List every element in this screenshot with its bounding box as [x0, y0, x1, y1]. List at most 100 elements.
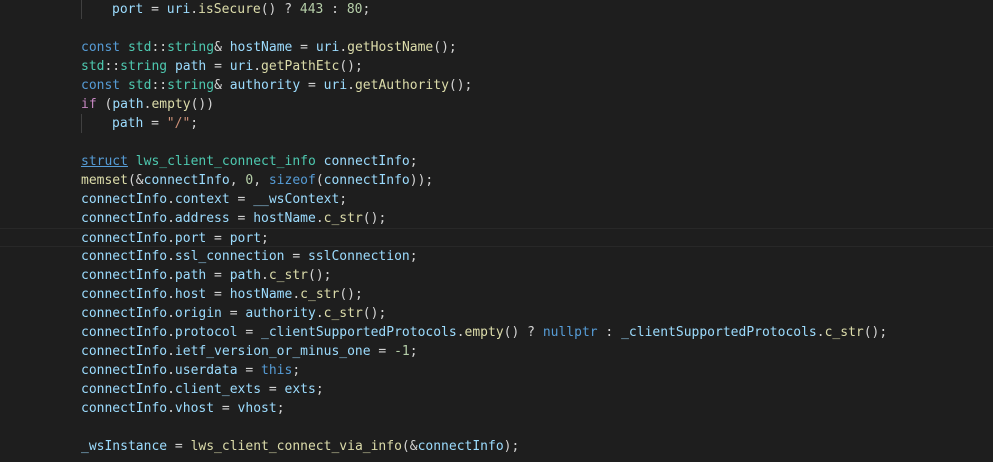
code-line[interactable]: const std::string& hostName = uri.getHos…: [0, 38, 993, 57]
code-line[interactable]: connectInfo.address = hostName.c_str();: [0, 209, 993, 228]
code-token: ::: [151, 40, 168, 55]
code-token: =: [229, 211, 254, 226]
code-token: ;: [292, 363, 301, 378]
code-token: lws_client_connect_via_info: [190, 439, 402, 454]
code-line-text: _wsInstance = lws_client_connect_via_inf…: [81, 437, 519, 456]
code-line-text: connectInfo.client_exts = exts;: [81, 380, 324, 399]
code-token: nullptr: [542, 325, 598, 340]
code-line[interactable]: connectInfo.host = hostName.c_str();: [0, 285, 993, 304]
code-token: .: [816, 325, 825, 340]
code-token: connectInfo: [81, 249, 168, 264]
code-token: connectInfo: [81, 344, 168, 359]
code-line[interactable]: connectInfo.protocol = _clientSupportedP…: [0, 323, 993, 342]
code-token: struct: [81, 154, 128, 169]
code-line[interactable]: [0, 133, 993, 152]
code-token: empty: [464, 325, 504, 340]
code-line[interactable]: port = uri.isSecure() ? 443 : 80;: [0, 0, 993, 19]
code-token: port: [229, 231, 262, 246]
code-line[interactable]: connectInfo.client_exts = exts;: [0, 380, 993, 399]
code-line[interactable]: struct lws_client_connect_info connectIn…: [0, 152, 993, 171]
code-line[interactable]: [0, 19, 993, 38]
code-token: vhost: [174, 401, 215, 416]
code-token: authority: [245, 306, 316, 321]
code-token: -1: [394, 344, 410, 359]
code-token: client_exts: [174, 382, 262, 397]
code-line[interactable]: memset(&connectInfo, 0, sizeof(connectIn…: [0, 171, 993, 190]
code-token: connectInfo: [81, 231, 168, 246]
code-token: ;: [339, 192, 348, 207]
code-token: .: [315, 306, 324, 321]
code-token: (: [96, 97, 113, 112]
code-token: ();: [863, 325, 888, 340]
code-token: getPathEtc: [261, 59, 340, 74]
code-line-text: connectInfo.address = hostName.c_str();: [81, 209, 386, 228]
code-token: sizeof: [268, 173, 316, 188]
code-token: c_str: [300, 287, 340, 302]
code-token: .: [167, 401, 175, 416]
code-token: string: [120, 59, 168, 74]
code-token: protocol: [174, 325, 238, 340]
code-line[interactable]: _wsInstance = lws_client_connect_via_inf…: [0, 437, 993, 456]
code-token: .: [167, 325, 175, 340]
code-token: host: [174, 287, 207, 302]
code-editor[interactable]: port = uri.isSecure() ? 443 : 80; const s…: [0, 0, 993, 462]
code-token: if: [81, 97, 97, 112]
code-token: _clientSupportedProtocols: [621, 325, 817, 340]
code-line[interactable]: if (path.empty()): [0, 95, 993, 114]
code-token: ;: [261, 231, 269, 246]
code-line[interactable]: connectInfo.vhost = vhost;: [0, 399, 993, 418]
code-token: .: [190, 2, 199, 17]
code-token: hostName: [229, 287, 293, 302]
code-line[interactable]: path = "/";: [0, 114, 993, 133]
code-token: .: [167, 306, 175, 321]
code-token: .: [167, 363, 175, 378]
code-line[interactable]: std::string path = uri.getPathEtc();: [0, 57, 993, 76]
code-line-text: const std::string& authority = uri.getAu…: [81, 76, 472, 95]
code-token: ;: [409, 154, 418, 169]
code-token: ;: [276, 401, 285, 416]
code-line[interactable]: connectInfo.origin = authority.c_str();: [0, 304, 993, 323]
code-token: vhost: [237, 401, 277, 416]
code-line-text: connectInfo.port = port;: [81, 229, 269, 248]
code-token: std: [127, 78, 152, 93]
code-token: ;: [409, 249, 418, 264]
code-line[interactable]: connectInfo.userdata = this;: [0, 361, 993, 380]
code-token: connectInfo: [81, 306, 168, 321]
code-token: origin: [174, 306, 222, 321]
code-token: uri: [323, 78, 348, 93]
code-token: string: [167, 78, 215, 93]
code-token: ;: [315, 382, 324, 397]
code-token: getAuthority: [354, 78, 449, 93]
code-line[interactable]: connectInfo.ssl_connection = sslConnecti…: [0, 247, 993, 266]
code-token: .: [347, 78, 355, 93]
code-token: =: [237, 363, 262, 378]
code-token: connectInfo: [81, 401, 168, 416]
code-line[interactable]: connectInfo.path = path.c_str();: [0, 266, 993, 285]
code-line-text: connectInfo.userdata = this;: [81, 361, 300, 380]
code-token: =: [214, 401, 238, 416]
code-token: const: [81, 78, 121, 93]
code-line[interactable]: const std::string& authority = uri.getAu…: [0, 76, 993, 95]
code-token: =: [206, 268, 230, 283]
code-token: ();: [433, 40, 457, 55]
code-token: .: [339, 40, 348, 55]
code-token: connectInfo: [323, 154, 410, 169]
code-token: isSecure: [198, 2, 261, 17]
code-line-text: const std::string& hostName = uri.getHos…: [81, 38, 457, 57]
code-line[interactable]: connectInfo.context = __wsContext;: [0, 190, 993, 209]
code-line[interactable]: connectInfo.ietf_version_or_minus_one = …: [0, 342, 993, 361]
code-line[interactable]: [0, 418, 993, 437]
code-token: ietf_version_or_minus_one: [174, 344, 371, 359]
code-token: connectInfo: [81, 363, 168, 378]
code-token: .: [167, 344, 175, 359]
current-code-line[interactable]: connectInfo.port = port;: [0, 228, 993, 247]
code-line-text: connectInfo.path = path.c_str();: [81, 266, 331, 285]
code-token: () ?: [260, 2, 300, 17]
code-token: .: [167, 231, 175, 246]
code-token: hostName: [229, 40, 293, 55]
code-line-text: connectInfo.origin = authority.c_str();: [81, 304, 386, 323]
code-token: c_str: [323, 306, 363, 321]
